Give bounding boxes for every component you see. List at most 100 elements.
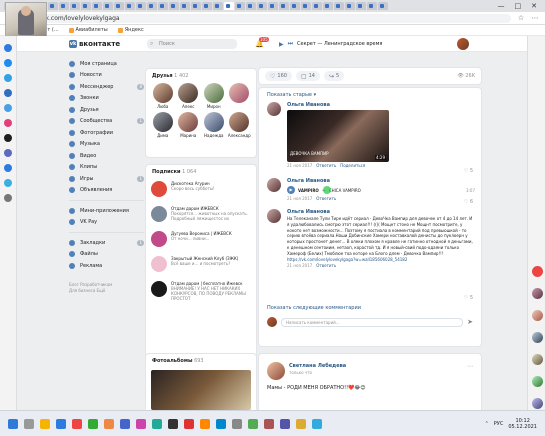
maximize-button[interactable]: □: [515, 2, 522, 10]
browser-tab[interactable]: [48, 2, 58, 10]
subscription-item[interactable]: Закрытый Женский Клуб (ЗЖК) Всё ваше и...…: [146, 254, 256, 279]
browser-tab[interactable]: [92, 2, 102, 10]
tray-chevron-icon[interactable]: ⌃: [485, 421, 489, 427]
browser-tab[interactable]: [246, 2, 256, 10]
sidebar-app-icon[interactable]: [4, 149, 12, 157]
app-icon[interactable]: [296, 418, 306, 429]
menu-item-ads[interactable]: Объявления: [69, 185, 144, 197]
menu-footer-links[interactable]: Блог Разработчикам Для бизнеса Ещё: [69, 282, 144, 294]
browser-tab[interactable]: [345, 2, 355, 10]
subscription-item[interactable]: Дугуева Верониса | ИЖЕВСК От ночи... ливн…: [146, 229, 256, 254]
like-button[interactable]: ♡ 160: [265, 71, 292, 81]
browser-tab[interactable]: [323, 2, 333, 10]
app-icon[interactable]: [104, 418, 114, 429]
play-icon[interactable]: ▶: [287, 186, 295, 194]
show-next-comments[interactable]: Показать следующие комментарии: [259, 301, 481, 315]
comment-avatar[interactable]: [267, 178, 281, 192]
browser-tab[interactable]: [367, 2, 377, 10]
browser-tab[interactable]: [378, 2, 388, 10]
chat-avatar[interactable]: [532, 354, 543, 365]
comment-author[interactable]: Ольга Иванова: [287, 102, 475, 109]
sidebar-app-icon[interactable]: [4, 44, 12, 52]
minimize-button[interactable]: —: [498, 2, 505, 10]
star-icon[interactable]: ☆: [517, 14, 525, 22]
send-icon[interactable]: ➤: [467, 318, 473, 326]
friend-item[interactable]: Дима: [150, 112, 176, 138]
next-icon[interactable]: ⏭: [288, 40, 293, 48]
browser-tab[interactable]: [334, 2, 344, 10]
browser-tab[interactable]: [356, 2, 366, 10]
comment-avatar[interactable]: [267, 209, 281, 223]
friend-item[interactable]: Александр: [227, 112, 253, 138]
photo-albums-title[interactable]: Фотоальбомы 693: [146, 354, 256, 368]
comment-author[interactable]: Ольга Иванова: [287, 178, 475, 185]
friend-item[interactable]: Мирон: [201, 83, 227, 109]
friend-item[interactable]: Надежда: [201, 112, 227, 138]
play-icon[interactable]: ▶: [279, 41, 284, 48]
menu-item-games[interactable]: Игры 1: [69, 173, 144, 185]
explorer-icon[interactable]: [40, 418, 50, 429]
vk-logo[interactable]: vk вконтакте: [69, 40, 120, 48]
browser-tab[interactable]: [290, 2, 300, 10]
app-icon[interactable]: [184, 418, 194, 429]
menu-item-my-page[interactable]: Моя страница: [69, 58, 144, 70]
browser-tab[interactable]: [147, 2, 157, 10]
sidebar-app-icon[interactable]: [4, 179, 12, 187]
subscription-item[interactable]: Дискотека Агурин Скоро весь субботы!: [146, 179, 256, 204]
search-icon[interactable]: [24, 418, 34, 429]
menu-item-photos[interactable]: Фотографии: [69, 127, 144, 139]
app-icon[interactable]: [72, 418, 82, 429]
subscription-item[interactable]: Отдам даром ИЖЕВСК Покорятся... животных …: [146, 204, 256, 229]
sidebar-app-icon[interactable]: [4, 89, 12, 97]
app-icon[interactable]: [216, 418, 226, 429]
share-link[interactable]: Поделиться: [340, 162, 365, 169]
menu-item-bookmarks[interactable]: Закладки 1: [69, 237, 144, 249]
post-author[interactable]: Светлана Лебедева: [289, 363, 346, 369]
comment-like[interactable]: ♡ 5: [464, 168, 473, 174]
chat-avatar[interactable]: [532, 288, 543, 299]
sidebar-add-icon[interactable]: [4, 194, 12, 202]
browser-tab[interactable]: [169, 2, 179, 10]
browser-tab[interactable]: [59, 2, 69, 10]
video-attachment[interactable]: ДЕВОЧКА ВАМПИР 4:29: [287, 110, 389, 162]
bookmark-item[interactable]: Авиабилеты: [68, 27, 108, 33]
friend-item[interactable]: [227, 83, 253, 109]
address-input[interactable]: vk.com/lovelylovekylgaga: [34, 13, 511, 23]
edge-icon[interactable]: [56, 418, 66, 429]
menu-item-vk-pay[interactable]: VK Pay: [69, 217, 144, 229]
app-icon[interactable]: [248, 418, 258, 429]
menu-item-clips[interactable]: Клипы: [69, 162, 144, 174]
comment-author[interactable]: Ольга Иванова: [287, 209, 475, 216]
browser-tab[interactable]: [312, 2, 322, 10]
comment-like[interactable]: ♡ 6: [464, 199, 473, 205]
browser-tab[interactable]: [103, 2, 113, 10]
sidebar-app-icon[interactable]: [4, 134, 12, 142]
browser-tab[interactable]: [136, 2, 146, 10]
browser-tab[interactable]: [213, 2, 223, 10]
post-author-avatar[interactable]: [267, 362, 285, 380]
browser-tab[interactable]: [268, 2, 278, 10]
app-icon[interactable]: [120, 418, 130, 429]
app-icon[interactable]: [136, 418, 146, 429]
app-icon[interactable]: [264, 418, 274, 429]
share-button[interactable]: ↪ 5: [323, 71, 345, 81]
app-icon[interactable]: [232, 418, 242, 429]
sidebar-app-icon[interactable]: [4, 59, 12, 67]
app-icon[interactable]: [168, 418, 178, 429]
clock[interactable]: 10:12 05.12.2021: [508, 418, 537, 430]
chat-avatar[interactable]: [532, 332, 543, 343]
menu-item-files[interactable]: Файлы: [69, 249, 144, 261]
app-icon[interactable]: [200, 418, 210, 429]
more-icon[interactable]: ⋯: [467, 363, 473, 370]
menu-item-music[interactable]: Музыка: [69, 139, 144, 151]
friend-item[interactable]: Люба: [150, 83, 176, 109]
language-indicator[interactable]: РУС: [494, 421, 504, 427]
browser-tab[interactable]: [70, 2, 80, 10]
browser-tab[interactable]: [202, 2, 212, 10]
menu-item-communities[interactable]: Сообщества 1: [69, 116, 144, 128]
app-icon[interactable]: [280, 418, 290, 429]
show-previous-comments[interactable]: Показать старые ▾: [259, 88, 481, 102]
browser-tab[interactable]: [125, 2, 135, 10]
comment-input[interactable]: Написать комментарий...: [281, 317, 464, 327]
menu-item-messenger[interactable]: Мессенджер 8: [69, 81, 144, 93]
